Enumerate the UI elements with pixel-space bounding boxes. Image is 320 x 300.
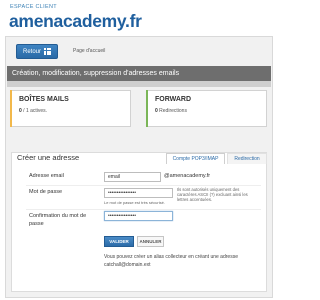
password-strength: Le mot de passe est très sécurisé.: [104, 200, 165, 205]
back-label: Retour: [22, 48, 41, 55]
confirm-password-input[interactable]: [104, 211, 173, 221]
password-label: Mot de passe: [29, 189, 63, 195]
email-input[interactable]: [104, 172, 161, 182]
forward-text: Redirections: [157, 108, 187, 114]
validate-button[interactable]: VALIDER: [104, 236, 134, 247]
tab-pop3-imap[interactable]: Compte POP3/IMAP: [166, 153, 225, 164]
mailboxes-title: BOÎTES MAILS: [19, 96, 69, 103]
email-label: Adresse email: [29, 173, 64, 179]
back-button[interactable]: Retour: [16, 44, 58, 59]
header-kicker: ESPACE CLIENT: [10, 4, 57, 10]
forward-accent: [146, 90, 148, 127]
mailboxes-status: 0 / 1 actives.: [19, 108, 47, 114]
tab-redirection[interactable]: Redirection: [227, 153, 267, 164]
forward-status: 0 Redirections: [155, 108, 187, 114]
password-input[interactable]: [104, 188, 173, 198]
forward-box: FORWARD 0 Redirections: [146, 90, 267, 127]
domain-suffix: @amenacademy.fr: [164, 173, 211, 179]
password-hint: Ils sont autorisés uniquement des caract…: [177, 187, 248, 202]
row-divider: [26, 209, 261, 210]
section-subbar: [7, 81, 271, 87]
mailboxes-of: / 1 actives.: [21, 108, 48, 114]
section-title: Création, modification, suppression d'ad…: [7, 66, 271, 81]
mailboxes-accent: [10, 90, 12, 127]
row-divider: [26, 185, 261, 186]
top-nav: Retour Page d'accueil: [10, 44, 268, 60]
forward-title: FORWARD: [155, 96, 192, 103]
brand-title: amenacademy.fr: [9, 11, 142, 31]
grid-icon: [44, 48, 51, 55]
form-title: Créer une adresse: [17, 153, 80, 162]
confirm-label: Confirmation du mot de passe: [29, 213, 87, 227]
home-link[interactable]: Page d'accueil: [73, 48, 105, 54]
mailboxes-box: BOÎTES MAILS 0 / 1 actives.: [10, 90, 131, 127]
cancel-button[interactable]: ANNULER: [137, 236, 164, 247]
catchall-note: Vous pouvez créer un alias collecteur en…: [104, 254, 238, 268]
header: ESPACE CLIENT amenacademy.fr: [0, 0, 278, 40]
